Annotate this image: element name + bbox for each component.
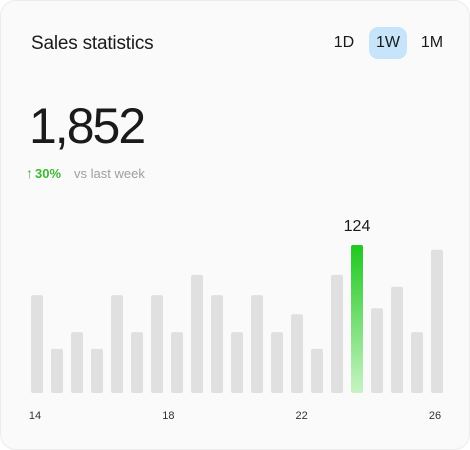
bar[interactable] (131, 332, 143, 393)
change-percent: 30% (35, 165, 62, 181)
bar[interactable] (331, 274, 343, 393)
sales-bar-chart: 124 14 18 22 26 (29, 218, 443, 422)
card-title: Sales statistics (31, 33, 154, 54)
total-sales-value: 1,852 (29, 98, 146, 154)
bar[interactable] (211, 295, 223, 393)
range-tab-1w[interactable]: 1W (369, 27, 407, 59)
bar[interactable] (111, 295, 123, 393)
bar[interactable] (151, 295, 163, 393)
highlight-value-label: 124 (344, 218, 371, 235)
bar[interactable] (171, 332, 183, 393)
bar[interactable] (391, 286, 403, 393)
bar[interactable] (191, 274, 203, 393)
arrow-up-icon: ↑ (26, 165, 33, 181)
bar[interactable] (311, 348, 323, 393)
bar[interactable] (291, 314, 303, 393)
range-tab-1d[interactable]: 1D (325, 27, 363, 59)
x-tick-label: 18 (162, 410, 174, 422)
bar[interactable] (271, 332, 283, 393)
bar[interactable] (371, 308, 383, 393)
change-indicator: ↑ 30% vs last week (26, 165, 145, 181)
bar[interactable] (31, 295, 43, 393)
bar-highlighted[interactable] (351, 245, 363, 393)
x-tick-label: 26 (429, 410, 441, 422)
bar[interactable] (71, 332, 83, 393)
range-tab-1m[interactable]: 1M (413, 27, 451, 59)
x-tick-label: 22 (296, 410, 308, 422)
bar[interactable] (91, 348, 103, 393)
range-selector: 1D 1W 1M (325, 27, 451, 59)
bar[interactable] (251, 295, 263, 393)
bar[interactable] (411, 332, 423, 393)
bar[interactable] (231, 332, 243, 393)
x-tick-label: 14 (29, 410, 41, 422)
change-label: vs last week (74, 165, 145, 181)
sales-statistics-card: Sales statistics 1D 1W 1M 1,852 ↑ 30% vs… (0, 0, 470, 450)
bar[interactable] (431, 249, 443, 393)
bar[interactable] (51, 348, 63, 393)
